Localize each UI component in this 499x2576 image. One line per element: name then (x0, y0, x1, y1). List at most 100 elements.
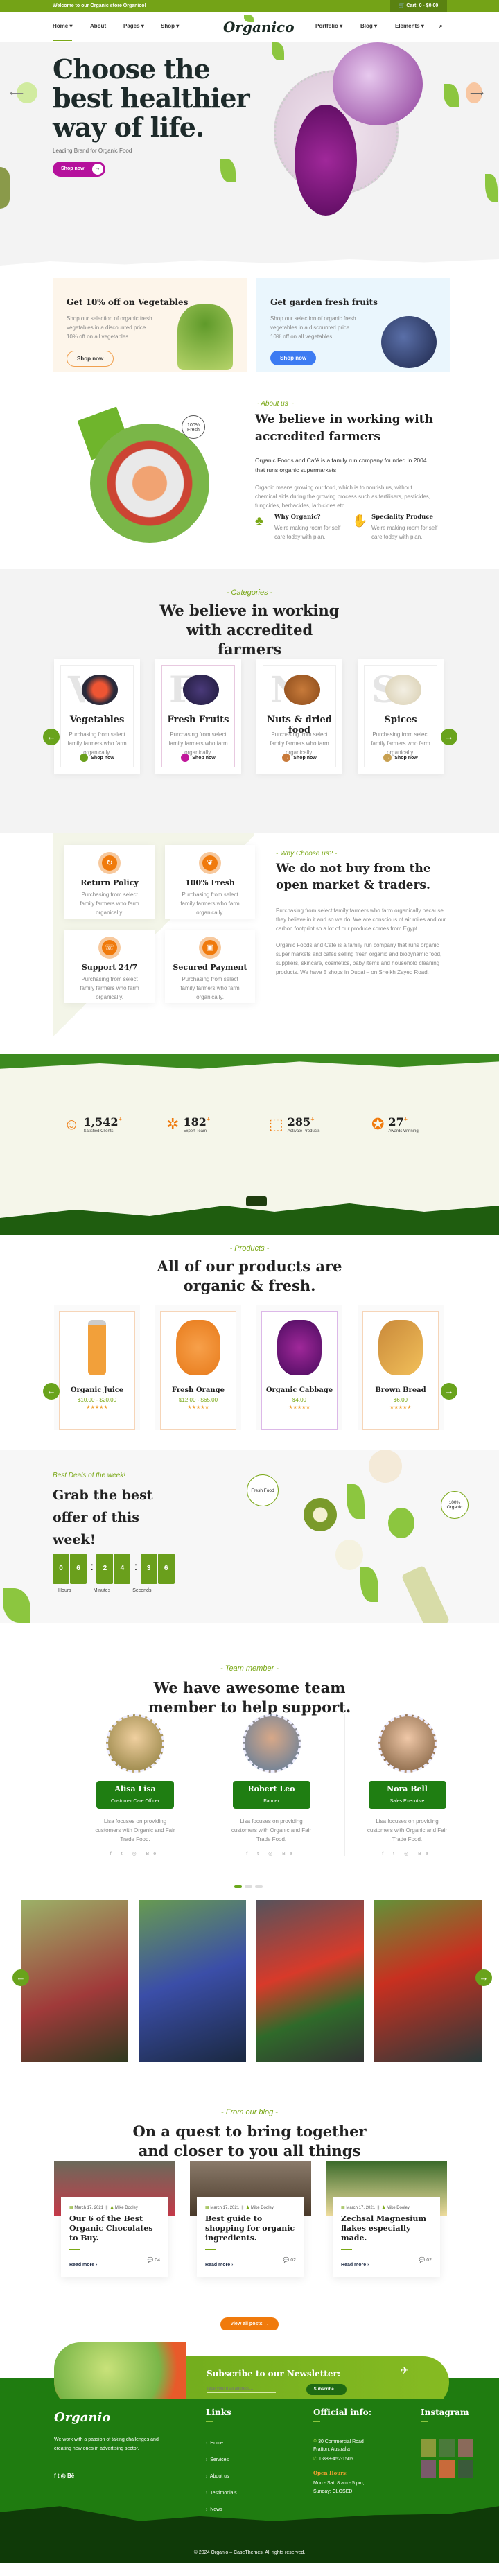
feature-why-organic: ♣ Why Organic? We're making room for sel… (255, 514, 345, 541)
newsletter-email-input[interactable] (207, 2385, 276, 2393)
nav-portfolio[interactable]: Portfolio ▾ (315, 23, 342, 29)
categories-next-button[interactable]: → (441, 729, 457, 745)
award-icon: ✪ (371, 1115, 385, 1133)
team-title: We have awesome team member to help supp… (148, 1679, 351, 1716)
gallery-image-grapes[interactable] (139, 1900, 246, 2062)
post-author[interactable]: Mike Dooley (251, 2206, 274, 2210)
pagination-dot[interactable] (255, 1885, 263, 1888)
nav-pages[interactable]: Pages ▾ (123, 23, 144, 29)
instagram-thumbnail[interactable] (439, 2460, 455, 2478)
product-image (176, 1320, 220, 1375)
nav-shop[interactable]: Shop ▾ (161, 23, 179, 29)
category-card[interactable]: F Fresh Fruits Purchasing from select fami… (155, 659, 241, 774)
instagram-thumbnail[interactable] (458, 2460, 473, 2478)
nav-elements[interactable]: Elements ▾ (395, 23, 424, 29)
footer-social-icons[interactable]: f t ◎ Bē (54, 2473, 74, 2479)
post-title[interactable]: Best guide to shopping for organic ingre… (205, 2214, 296, 2243)
product-card[interactable]: Fresh Orange $12.00 - $65.00 ★★★★★ (155, 1305, 241, 1430)
social-icons[interactable]: f t ◎ Bē (345, 1851, 469, 1856)
gallery-image-tomatoes[interactable] (374, 1900, 482, 2062)
view-all-posts-button[interactable]: View all posts → (220, 2317, 279, 2330)
prev-slide-button[interactable]: ⟵ (10, 82, 37, 103)
read-more-link[interactable]: Read more › (205, 2263, 233, 2268)
pagination-dot[interactable] (245, 1885, 252, 1888)
feature-card: ☏ Support 24/7 Purchasing from select fami… (64, 930, 155, 1003)
product-price: $12.00 - $65.00 (178, 1397, 218, 1403)
category-card[interactable]: NNuts & dried foodPurchasing from select… (256, 659, 342, 774)
category-shop-link[interactable]: → Shop now (155, 754, 241, 762)
why-paragraph-1: Purchasing from select family farmers wh… (276, 907, 446, 932)
gallery-next-button[interactable]: → (475, 1969, 492, 1986)
cart-button[interactable]: 🛒 Cart: 0 - $0.00 (390, 0, 447, 12)
open-hours-heading: Open Hours: (313, 2470, 348, 2476)
category-shop-link[interactable]: → Shop now (256, 754, 342, 762)
refresh-icon: ↻ (102, 855, 117, 871)
footer-link[interactable]: › About us (206, 2474, 229, 2479)
category-shop-link[interactable]: → Shop now (358, 754, 444, 762)
instagram-thumbnail[interactable] (421, 2439, 436, 2457)
product-name[interactable]: Organic Juice (60, 1386, 134, 1394)
arrow-right-icon: → (181, 754, 190, 762)
phone[interactable]: ✆ 1-888-452-1505 (313, 2456, 353, 2462)
nav-blog[interactable]: Blog ▾ (360, 23, 377, 29)
seconds-digit: 6 (157, 1554, 175, 1584)
products-prev-button[interactable]: ← (43, 1383, 60, 1400)
instagram-thumbnail[interactable] (421, 2460, 436, 2478)
categories-prev-button[interactable]: ← (43, 729, 60, 745)
subscribe-button[interactable]: Subscribe → (306, 2384, 347, 2395)
gallery-image-vegetables[interactable] (256, 1900, 364, 2062)
team-member-card: Alisa Lisa Customer Care Officer Lisa focu… (73, 1714, 198, 1856)
footer-link[interactable]: › Home (206, 2441, 223, 2446)
product-price: $6.00 (393, 1397, 408, 1403)
social-icons[interactable]: f t ◎ Bē (209, 1851, 333, 1856)
fresh-food-badge: Fresh Food (247, 1474, 279, 1506)
hours-sunday: Sunday: CLOSED (313, 2489, 353, 2494)
logo[interactable]: Organico (223, 19, 295, 35)
product-price: $4.00 (292, 1397, 307, 1403)
read-more-link[interactable]: Read more › (69, 2263, 97, 2268)
category-shop-link[interactable]: → Shop now (54, 754, 140, 762)
post-author[interactable]: Mike Dooley (387, 2206, 410, 2210)
post-title[interactable]: Our 6 of the Best Organic Chocolates to … (69, 2214, 160, 2243)
headset-icon: ☏ (102, 940, 117, 955)
counter-value: 182 (183, 1115, 207, 1129)
search-icon[interactable]: ⌕ (439, 23, 442, 30)
why-choose-section: ↻ Return Policy Purchasing from select fam… (0, 833, 499, 1054)
promo-shop-button[interactable]: Shop now (270, 351, 317, 365)
product-card[interactable]: Organic Juice $10.00 - $20.00 ★★★★★ (54, 1305, 140, 1430)
product-card[interactable]: Organic Cabbage $4.00 ★★★★★ (256, 1305, 342, 1430)
post-title[interactable]: Zechsal Magnesium flakes especially made… (341, 2214, 432, 2243)
blog-section: - From our blog - On a quest to bring to… (0, 2108, 499, 2330)
feature-title: Speciality Produce (371, 514, 433, 521)
product-name[interactable]: Organic Cabbage (262, 1386, 337, 1394)
feature-text: Purchasing from select family farmers wh… (80, 976, 139, 1000)
social-icons[interactable]: f t ◎ Bē (73, 1851, 198, 1856)
category-card[interactable]: VVegetablesPurchasing from select family… (54, 659, 140, 774)
products-next-button[interactable]: → (441, 1383, 457, 1400)
shop-now-button[interactable]: Shop now → (53, 162, 105, 177)
blog-card: ▦ March 17, 2021 || ♟ Mike Dooley Best gu… (190, 2161, 311, 2277)
product-name[interactable]: Brown Bread (363, 1386, 438, 1394)
broccoli-image (177, 304, 233, 370)
footer-link[interactable]: › News (206, 2507, 222, 2512)
product-name[interactable]: Fresh Orange (161, 1386, 236, 1394)
product-card[interactable]: Brown Bread $6.00 ★★★★★ (358, 1305, 444, 1430)
footer-logo[interactable]: Organio (54, 2410, 110, 2425)
nav-home[interactable]: Home ▾ (53, 23, 72, 29)
arrow-right-icon: → (383, 754, 392, 762)
nav-about[interactable]: About (90, 23, 106, 29)
hand-leaf-icon: ✋ (352, 514, 368, 528)
promo-shop-button[interactable]: Shop now (67, 351, 114, 367)
footer-link[interactable]: › Testimonials (206, 2491, 237, 2496)
gallery-prev-button[interactable]: ← (12, 1969, 29, 1986)
instagram-thumbnail[interactable] (458, 2439, 473, 2457)
gallery-image-radishes[interactable] (21, 1900, 128, 2062)
next-slide-button[interactable]: ⟶ (466, 82, 484, 103)
instagram-thumbnail[interactable] (439, 2439, 455, 2457)
post-author[interactable]: Mike Dooley (115, 2206, 138, 2210)
category-card[interactable]: S Spices Purchasing from select family far… (358, 659, 444, 774)
read-more-link[interactable]: Read more › (341, 2263, 369, 2268)
user-icon: ♟ (245, 2206, 251, 2210)
pagination-dot[interactable] (234, 1885, 242, 1888)
footer-link[interactable]: › Services (206, 2457, 229, 2462)
